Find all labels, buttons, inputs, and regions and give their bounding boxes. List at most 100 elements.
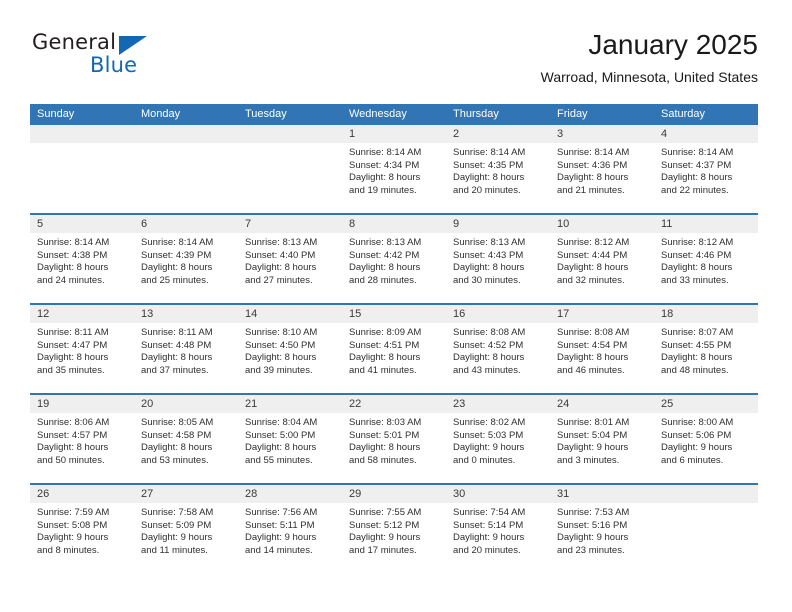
calendar-day-cell[interactable]: 21 Sunrise: 8:04 AM Sunset: 5:00 PM Dayligh… (238, 395, 342, 483)
calendar-day-cell[interactable]: 25 Sunrise: 8:00 AM Sunset: 5:06 PM Dayligh… (654, 395, 758, 483)
day-number (238, 125, 342, 143)
calendar-day-cell[interactable]: 4 Sunrise: 8:14 AM Sunset: 4:37 PM Daylight… (654, 125, 758, 213)
page-subtitle: Warroad, Minnesota, United States (540, 69, 758, 85)
sunrise-text: Sunrise: 8:06 AM (37, 417, 110, 428)
calendar-day-cell[interactable]: 20 Sunrise: 8:05 AM Sunset: 4:58 PM Dayligh… (134, 395, 238, 483)
sunset-text: Sunset: 4:36 PM (557, 159, 628, 171)
sunrise-text: Sunrise: 8:04 AM (245, 417, 318, 428)
sunrise-text: Sunrise: 8:09 AM (349, 327, 422, 338)
daylight-text-line2: and 55 minutes. (245, 454, 313, 466)
day-number: 6 (141, 218, 148, 230)
sunset-text: Sunset: 4:37 PM (661, 159, 732, 171)
brand-logo[interactable]: General Blue (32, 30, 222, 88)
brand-name-primary: General (32, 30, 117, 54)
daylight-text-line2: and 46 minutes. (557, 364, 625, 376)
day-details: Sunrise: 8:01 AM Sunset: 5:04 PM Daylight:… (550, 413, 654, 467)
day-number: 7 (245, 218, 252, 230)
page-title: January 2025 (588, 29, 758, 60)
daylight-text-line1: Daylight: 8 hours (557, 172, 629, 184)
day-details: Sunrise: 7:56 AM Sunset: 5:11 PM Daylight:… (238, 503, 342, 557)
day-number: 16 (453, 308, 466, 320)
day-number: 19 (37, 398, 50, 410)
daylight-text-line1: Daylight: 8 hours (245, 442, 317, 454)
day-number: 21 (245, 398, 258, 410)
sunrise-text: Sunrise: 8:14 AM (453, 147, 526, 158)
sunrise-text: Sunrise: 8:12 AM (661, 237, 734, 248)
sunset-text: Sunset: 4:57 PM (37, 429, 108, 441)
calendar-day-cell[interactable]: 8 Sunrise: 8:13 AM Sunset: 4:42 PM Daylight… (342, 215, 446, 303)
calendar-day-cell[interactable]: 7 Sunrise: 8:13 AM Sunset: 4:40 PM Daylight… (238, 215, 342, 303)
daylight-text-line1: Daylight: 9 hours (661, 442, 733, 454)
day-number: 10 (557, 218, 570, 230)
calendar-day-cell[interactable]: 11 Sunrise: 8:12 AM Sunset: 4:46 PM Dayligh… (654, 215, 758, 303)
sunrise-text: Sunrise: 8:14 AM (661, 147, 734, 158)
calendar-day-cell[interactable]: 22 Sunrise: 8:03 AM Sunset: 5:01 PM Dayligh… (342, 395, 446, 483)
brand-name-secondary: Blue (90, 53, 138, 77)
calendar-day-cell[interactable]: 13 Sunrise: 8:11 AM Sunset: 4:48 PM Dayligh… (134, 305, 238, 393)
daylight-text-line1: Daylight: 9 hours (557, 532, 629, 544)
sunrise-text: Sunrise: 8:01 AM (557, 417, 630, 428)
day-details: Sunrise: 8:14 AM Sunset: 4:35 PM Daylight:… (446, 143, 550, 197)
calendar-day-cell[interactable]: 26 Sunrise: 7:59 AM Sunset: 5:08 PM Dayligh… (30, 485, 134, 573)
calendar-day-cell[interactable]: 1 Sunrise: 8:14 AM Sunset: 4:34 PM Daylight… (342, 125, 446, 213)
calendar-day-cell[interactable]: 2 Sunrise: 8:14 AM Sunset: 4:35 PM Daylight… (446, 125, 550, 213)
weekday-header-saturday: Saturday (661, 108, 706, 120)
sunrise-text: Sunrise: 8:13 AM (349, 237, 422, 248)
calendar-day-cell[interactable]: 18 Sunrise: 8:07 AM Sunset: 4:55 PM Dayligh… (654, 305, 758, 393)
calendar-day-cell[interactable]: 9 Sunrise: 8:13 AM Sunset: 4:43 PM Daylight… (446, 215, 550, 303)
calendar-day-cell[interactable]: 27 Sunrise: 7:58 AM Sunset: 5:09 PM Dayligh… (134, 485, 238, 573)
sunrise-text: Sunrise: 8:02 AM (453, 417, 526, 428)
daylight-text-line1: Daylight: 8 hours (453, 352, 525, 364)
sunset-text: Sunset: 5:00 PM (245, 429, 316, 441)
calendar-table: Sunday Monday Tuesday Wednesday Thursday… (30, 104, 758, 573)
calendar-day-cell[interactable]: 16 Sunrise: 8:08 AM Sunset: 4:52 PM Dayligh… (446, 305, 550, 393)
daylight-text-line1: Daylight: 8 hours (37, 262, 109, 274)
day-number: 11 (661, 218, 673, 230)
daylight-text-line1: Daylight: 9 hours (37, 532, 109, 544)
calendar-day-cell[interactable]: 28 Sunrise: 7:56 AM Sunset: 5:11 PM Dayligh… (238, 485, 342, 573)
calendar-week-row: 1 Sunrise: 8:14 AM Sunset: 4:34 PM Daylight… (30, 125, 758, 213)
calendar-day-cell[interactable]: 15 Sunrise: 8:09 AM Sunset: 4:51 PM Dayligh… (342, 305, 446, 393)
calendar-day-cell[interactable]: 5 Sunrise: 8:14 AM Sunset: 4:38 PM Daylight… (30, 215, 134, 303)
calendar-day-cell[interactable]: 6 Sunrise: 8:14 AM Sunset: 4:39 PM Daylight… (134, 215, 238, 303)
daylight-text-line1: Daylight: 9 hours (349, 532, 421, 544)
weekday-header-tuesday: Tuesday (245, 108, 287, 120)
calendar-day-cell[interactable]: 29 Sunrise: 7:55 AM Sunset: 5:12 PM Dayligh… (342, 485, 446, 573)
sunset-text: Sunset: 5:11 PM (245, 519, 315, 531)
calendar-day-cell-empty (30, 125, 134, 213)
daylight-text-line2: and 48 minutes. (661, 364, 729, 376)
day-number (654, 485, 758, 503)
day-number: 29 (349, 488, 362, 500)
weekday-header-thursday: Thursday (453, 108, 499, 120)
day-details: Sunrise: 7:59 AM Sunset: 5:08 PM Daylight:… (30, 503, 134, 557)
day-number: 9 (453, 218, 460, 230)
page-header: General Blue January 2025 Warroad, Minne… (30, 28, 758, 98)
calendar-day-cell[interactable]: 19 Sunrise: 8:06 AM Sunset: 4:57 PM Dayligh… (30, 395, 134, 483)
calendar-day-cell[interactable]: 12 Sunrise: 8:11 AM Sunset: 4:47 PM Dayligh… (30, 305, 134, 393)
sunrise-text: Sunrise: 7:59 AM (37, 507, 110, 518)
sunrise-text: Sunrise: 8:13 AM (453, 237, 526, 248)
sunrise-text: Sunrise: 8:07 AM (661, 327, 734, 338)
daylight-text-line1: Daylight: 8 hours (141, 352, 213, 364)
daylight-text-line2: and 23 minutes. (557, 544, 625, 556)
day-details: Sunrise: 7:58 AM Sunset: 5:09 PM Daylight:… (134, 503, 238, 557)
calendar-day-cell[interactable]: 17 Sunrise: 8:08 AM Sunset: 4:54 PM Dayligh… (550, 305, 654, 393)
day-details: Sunrise: 8:13 AM Sunset: 4:43 PM Daylight:… (446, 233, 550, 287)
calendar-day-cell[interactable]: 23 Sunrise: 8:02 AM Sunset: 5:03 PM Dayligh… (446, 395, 550, 483)
day-number: 1 (349, 128, 356, 140)
daylight-text-line1: Daylight: 8 hours (349, 352, 421, 364)
sunrise-text: Sunrise: 8:14 AM (557, 147, 630, 158)
calendar-day-cell[interactable]: 24 Sunrise: 8:01 AM Sunset: 5:04 PM Dayligh… (550, 395, 654, 483)
calendar-day-cell[interactable]: 31 Sunrise: 7:53 AM Sunset: 5:16 PM Dayligh… (550, 485, 654, 573)
day-details: Sunrise: 8:08 AM Sunset: 4:52 PM Daylight:… (446, 323, 550, 377)
daylight-text-line1: Daylight: 9 hours (245, 532, 317, 544)
daylight-text-line2: and 43 minutes. (453, 364, 521, 376)
daylight-text-line1: Daylight: 8 hours (453, 172, 525, 184)
calendar-day-cell[interactable]: 14 Sunrise: 8:10 AM Sunset: 4:50 PM Dayligh… (238, 305, 342, 393)
sunset-text: Sunset: 4:39 PM (141, 249, 212, 261)
sunrise-text: Sunrise: 8:14 AM (37, 237, 110, 248)
calendar-day-cell[interactable]: 30 Sunrise: 7:54 AM Sunset: 5:14 PM Dayligh… (446, 485, 550, 573)
calendar-day-cell[interactable]: 3 Sunrise: 8:14 AM Sunset: 4:36 PM Daylight… (550, 125, 654, 213)
day-details: Sunrise: 7:53 AM Sunset: 5:16 PM Daylight:… (550, 503, 654, 557)
calendar-day-cell[interactable]: 10 Sunrise: 8:12 AM Sunset: 4:44 PM Dayligh… (550, 215, 654, 303)
